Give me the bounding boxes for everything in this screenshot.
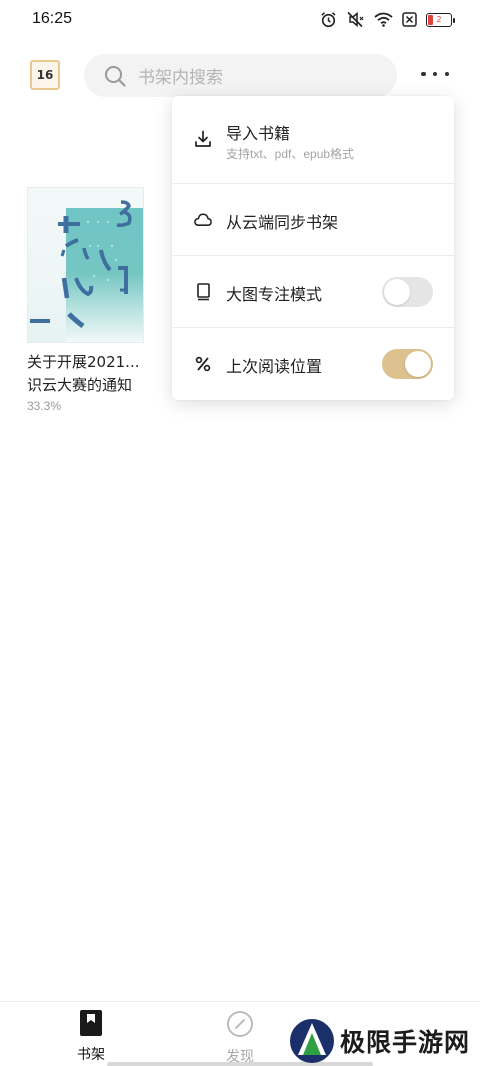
wifi-icon [374,12,393,27]
nav-label: 书架 [77,1047,105,1063]
cloud-icon [194,210,212,228]
battery-level: 2 [436,15,442,24]
watermark-text: 极限手游网 [340,1027,471,1057]
search-icon [104,65,126,87]
calendar-day: 16 [36,68,54,82]
search-input[interactable]: 书架内搜索 [84,54,397,97]
alarm-icon [320,11,337,28]
tab-bookshelf[interactable]: 书架 [61,1010,121,1064]
sim-off-icon [402,12,417,27]
battery-icon: 2 [426,12,455,27]
search-placeholder: 书架内搜索 [138,68,223,88]
menu-item-last-position: 上次阅读位置 [172,327,454,400]
last-position-toggle[interactable] [382,349,433,379]
watermark: 极限手游网 [290,1018,475,1063]
compass-icon [226,1010,254,1042]
menu-item-cloud-sync[interactable]: 从云端同步书架 [172,183,454,255]
book-cover [27,187,144,343]
percent-icon [194,355,212,373]
tab-discover[interactable]: 发现 [210,1010,270,1066]
menu-label: 大图专注模式 [226,285,323,304]
menu-item-import-books[interactable]: 导入书籍 支持txt、pdf、epub格式 [172,96,454,183]
more-menu: 导入书籍 支持txt、pdf、epub格式 从云端同步书架 大图专注模式 上次阅… [172,96,454,400]
watermark-logo-icon [290,1018,334,1063]
calendar-button[interactable]: 16 [30,60,60,90]
menu-label: 上次阅读位置 [226,357,323,376]
status-icons: 2 [320,11,455,28]
menu-label: 从云端同步书架 [226,213,339,232]
book-item[interactable]: 关于开展2021...识云大赛的通知 33.3% [27,187,167,413]
bookshelf-icon [80,1010,102,1040]
mute-icon [346,11,365,28]
focus-mode-toggle[interactable] [382,277,433,307]
download-icon [194,130,212,148]
book-title: 关于开展2021...识云大赛的通知 [27,353,140,394]
book-icon [194,283,212,301]
status-bar: 16:25 2 [0,0,480,40]
book-progress: 33.3% [27,399,62,413]
more-dots-icon[interactable] [418,64,452,84]
status-time: 16:25 [32,10,73,27]
menu-sublabel: 支持txt、pdf、epub格式 [226,147,355,161]
menu-label: 导入书籍 [226,124,291,143]
menu-item-focus-mode: 大图专注模式 [172,255,454,327]
